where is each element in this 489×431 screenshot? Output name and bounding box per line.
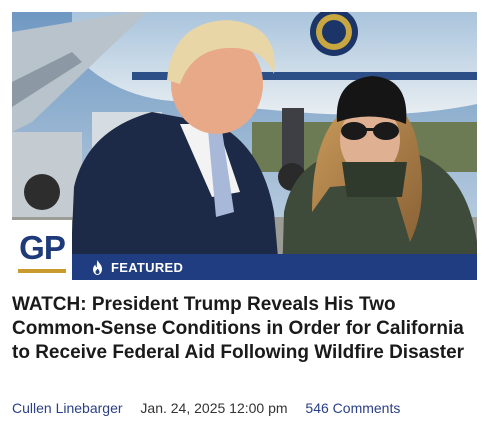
author-link[interactable]: Cullen Linebarger	[12, 400, 123, 416]
flame-icon	[93, 259, 102, 275]
hero-photo	[12, 12, 477, 280]
featured-label: FEATURED	[111, 259, 184, 275]
site-logo[interactable]: GP	[12, 220, 72, 280]
site-logo-text: GP	[19, 229, 66, 266]
site-logo-underline	[18, 269, 66, 273]
publish-date: Jan. 24, 2025 12:00 pm	[140, 400, 288, 416]
article-hero-image[interactable]	[12, 12, 477, 280]
article-headline[interactable]: WATCH: President Trump Reveals His Two C…	[12, 293, 477, 365]
comments-link[interactable]: 546 Comments	[305, 400, 400, 416]
article-meta: Cullen Linebarger Jan. 24, 2025 12:00 pm…	[12, 400, 400, 416]
featured-badge: FEATURED	[72, 254, 477, 280]
article-card: GP FEATURED WATCH: President Trump Revea…	[0, 0, 489, 431]
